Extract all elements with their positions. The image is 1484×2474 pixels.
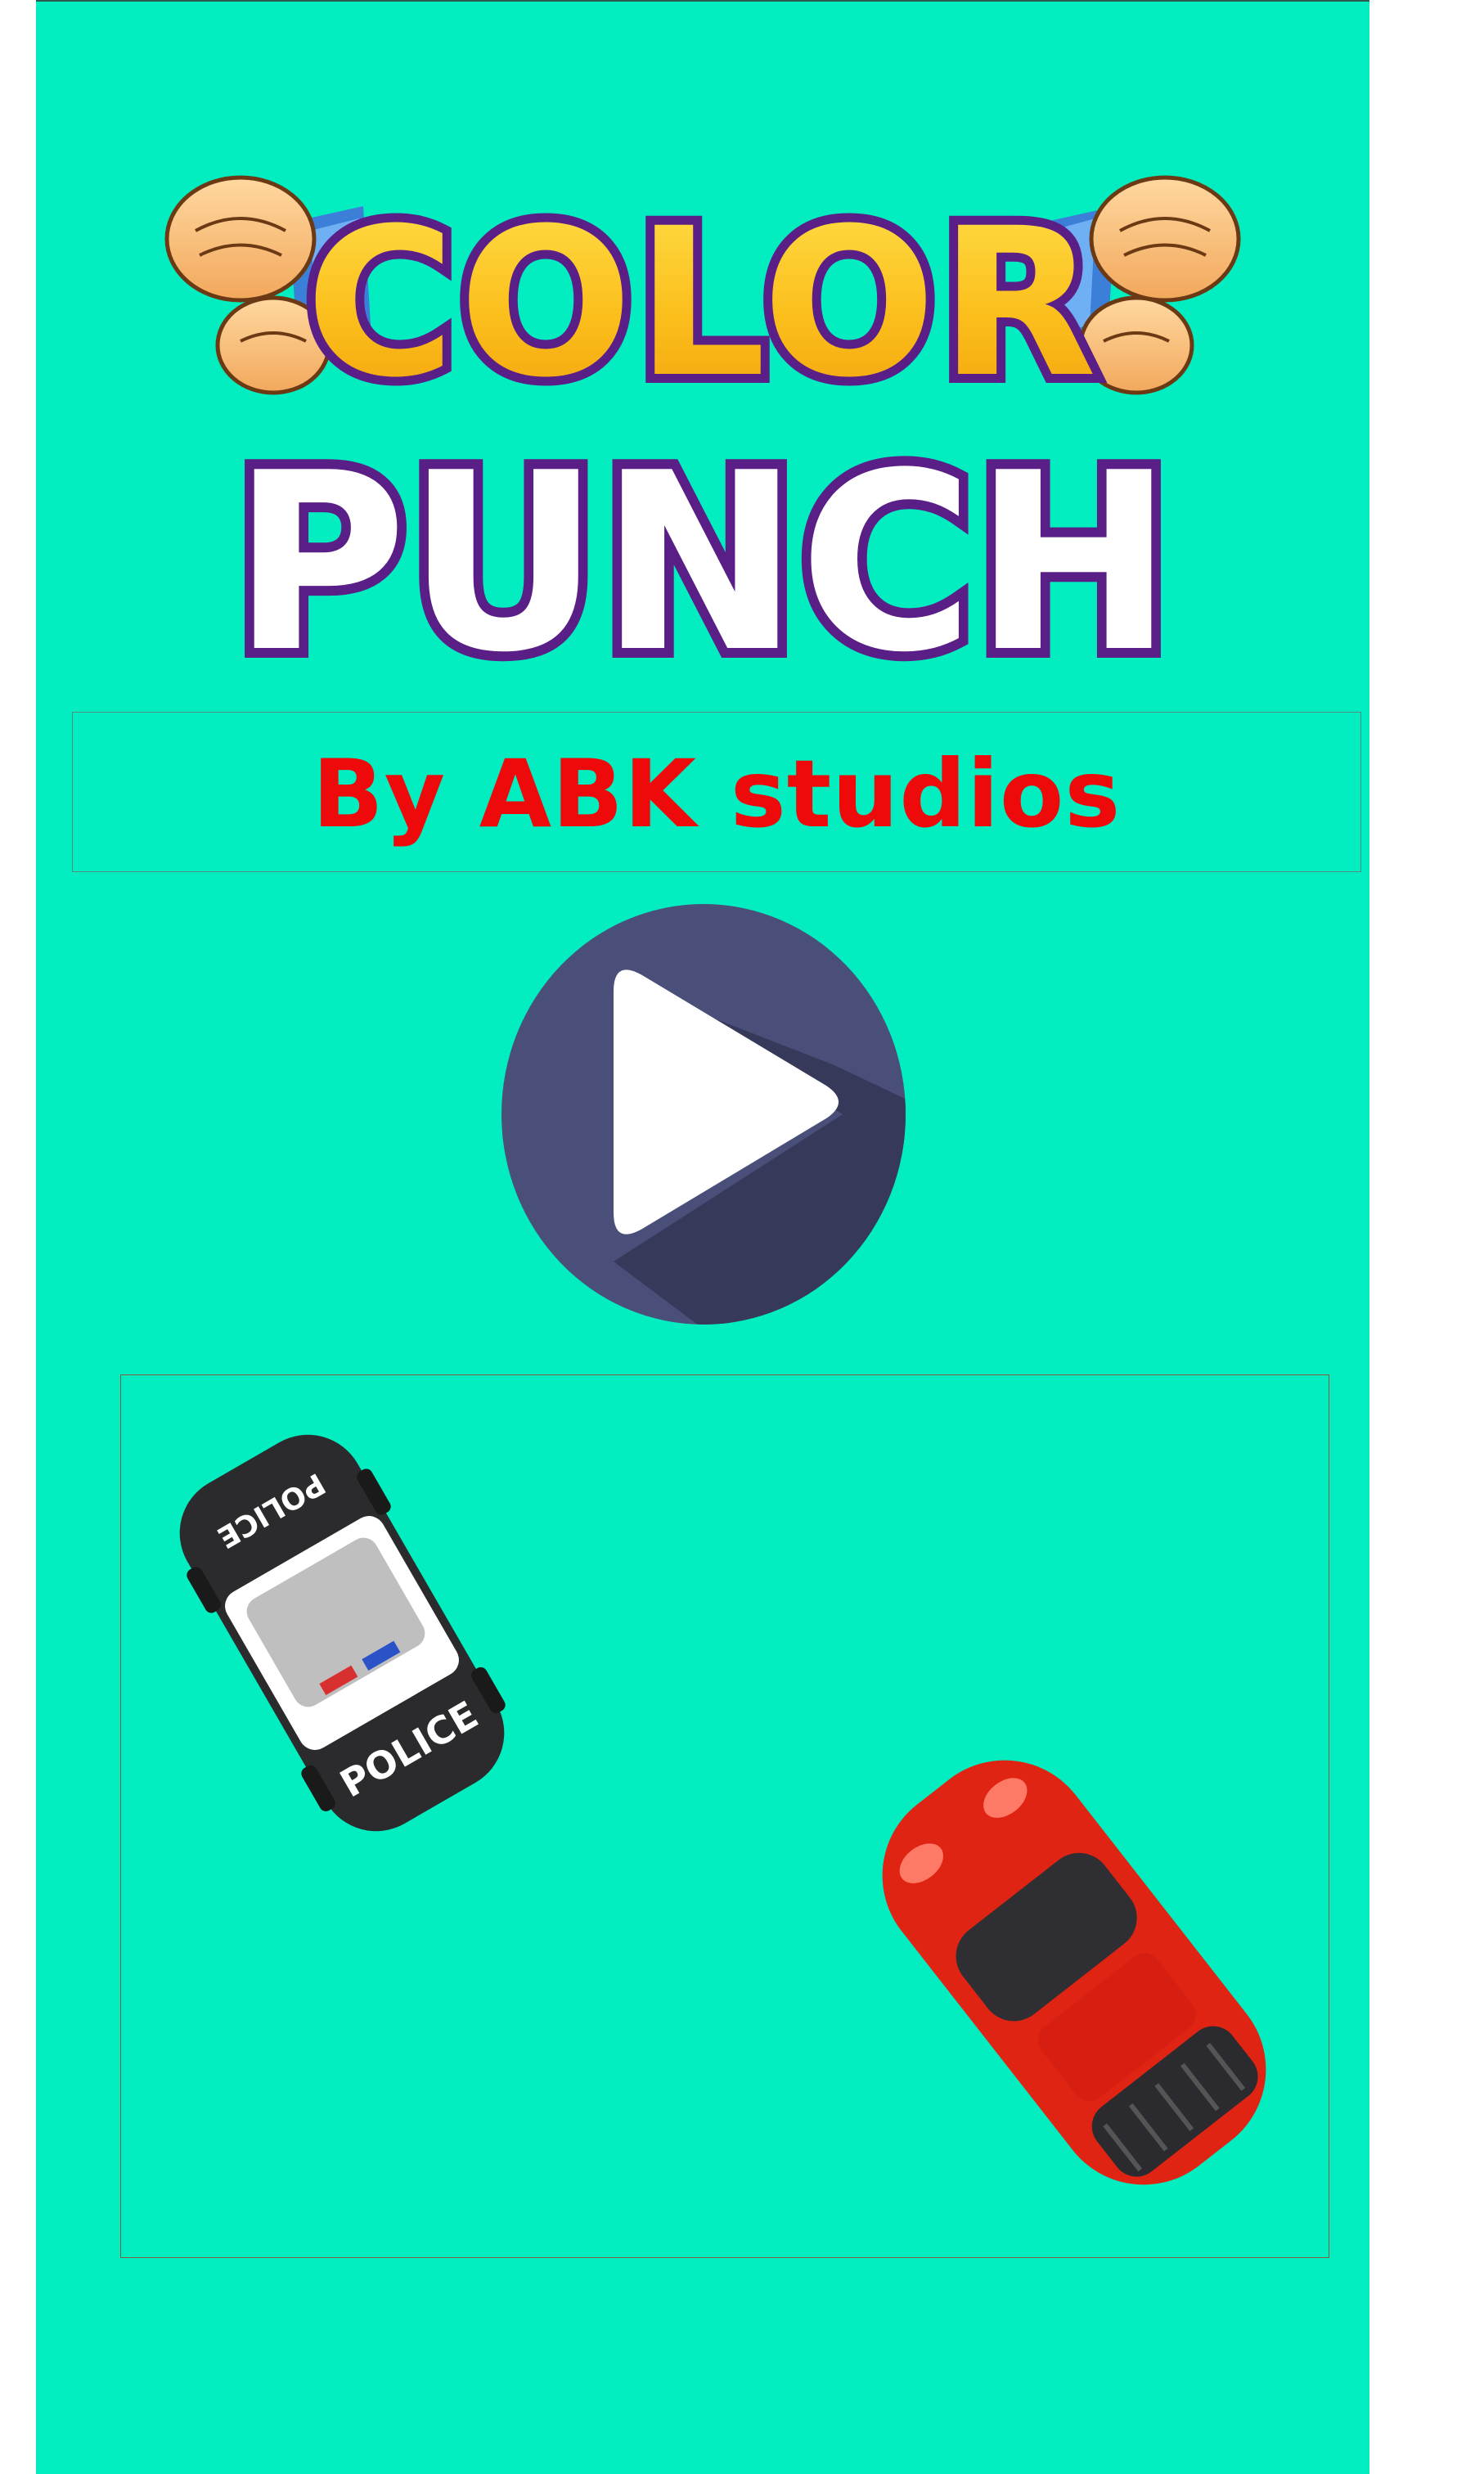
title-punch: PUNCH [232,421,1173,689]
red-car [882,1760,1266,2185]
game-screen: COLOR PUNCH By ABK studios POLICE POLICE [36,0,1369,2474]
credit-box: By ABK studios [72,712,1361,872]
title-color: COLOR [305,184,1100,422]
play-button[interactable] [499,902,908,1327]
police-car: POLICE POLICE [179,1434,506,1832]
color-punch-logo: COLOR PUNCH [164,175,1241,689]
cars-area: POLICE POLICE [120,1374,1329,2258]
credit-text: By ABK studios [312,739,1122,848]
